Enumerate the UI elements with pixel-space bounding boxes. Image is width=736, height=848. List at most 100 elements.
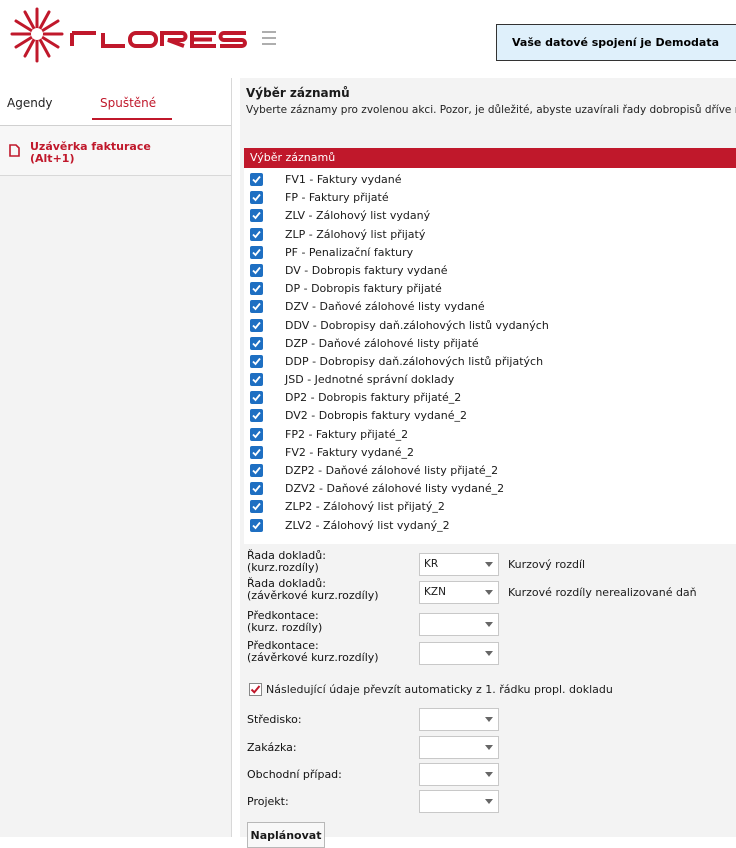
projekt-label: Projekt:: [247, 795, 289, 808]
record-checkbox[interactable]: [250, 391, 263, 405]
list-item[interactable]: DV2 - Dobropis faktury vydané_2: [244, 406, 736, 424]
rada-zaverka-label: Řada dokladů: (závěrkové kurz.rozdíly): [247, 577, 379, 602]
record-label: DV - Dobropis faktury vydané: [285, 263, 448, 277]
chevron-down-icon: [485, 622, 493, 627]
record-checkbox[interactable]: [250, 318, 263, 332]
list-item[interactable]: FP - Faktury přijaté: [244, 188, 736, 206]
checkmark-icon: [252, 285, 261, 293]
record-label: ZLP2 - Zálohový list přijatý_2: [285, 500, 445, 514]
chevron-down-icon: [485, 772, 493, 777]
list-item[interactable]: FV2 - Faktury vydané_2: [244, 443, 736, 461]
record-checkbox[interactable]: [250, 173, 263, 186]
record-label: ZLV - Zálohový list vydaný: [285, 209, 431, 223]
record-checkbox[interactable]: [250, 209, 263, 223]
records-list: FV1 - Faktury vydané FP - Faktury přijaté…: [244, 170, 736, 534]
record-checkbox[interactable]: [250, 191, 263, 205]
record-checkbox[interactable]: [250, 227, 263, 241]
record-label: FP - Faktury přijaté: [285, 191, 389, 205]
checkmark-icon: [252, 230, 261, 238]
record-checkbox[interactable]: [250, 500, 263, 514]
record-label: DZV2 - Daňové zálohové listy vydané_2: [285, 482, 505, 496]
list-item[interactable]: DZP2 - Daňové zálohové listy přijaté_2: [244, 461, 736, 479]
list-item[interactable]: DDP - Dobropisy daň.zálohových listů při…: [244, 352, 736, 370]
record-label: ZLV2 - Zálohový list vydaný_2: [285, 518, 450, 532]
sidebar-item-label: Uzávěrka fakturace (Alt+1): [30, 140, 151, 165]
record-checkbox[interactable]: [250, 373, 263, 387]
list-item[interactable]: DV - Dobropis faktury vydané: [244, 261, 736, 279]
list-item[interactable]: PF - Penalizační faktury: [244, 243, 736, 261]
projekt-select[interactable]: [419, 790, 499, 813]
record-checkbox[interactable]: [250, 354, 263, 368]
chevron-down-icon: [485, 745, 493, 750]
obchodni-pripad-label: Obchodní případ:: [247, 768, 342, 781]
sidebar-item-uzaverka-fakturace[interactable]: Uzávěrka fakturace (Alt+1): [0, 126, 231, 176]
main-header: Výběr záznamů Vyberte záznamy pro zvolen…: [240, 78, 736, 148]
chevron-down-icon: [485, 590, 493, 595]
chevron-down-icon: [485, 717, 493, 722]
list-item[interactable]: ZLV - Zálohový list vydaný: [244, 206, 736, 224]
stredisko-select[interactable]: [419, 708, 499, 731]
list-item[interactable]: FV1 - Faktury vydané: [244, 170, 736, 188]
predkontace-kurz-label: Předkontace: (kurz. rozdíly): [247, 609, 323, 634]
predkontace-kurz-select[interactable]: [419, 613, 499, 636]
record-label: FP2 - Faktury přijaté_2: [285, 427, 409, 441]
list-item[interactable]: DZV2 - Daňové zálohové listy vydané_2: [244, 479, 736, 497]
record-checkbox[interactable]: [250, 282, 263, 296]
checkmark-icon: [252, 412, 261, 420]
flores-logo[interactable]: [6, 3, 276, 65]
list-item[interactable]: DZP - Daňové zálohové listy přijaté: [244, 334, 736, 352]
naplanovat-button[interactable]: Naplánovat: [247, 822, 325, 848]
document-icon: [9, 144, 20, 157]
record-label: ZLP - Zálohový list přijatý: [285, 227, 426, 241]
checkmark-icon: [252, 485, 261, 493]
records-list-panel: Výběr záznamů FV1 - Faktury vydané FP - F…: [244, 148, 736, 544]
record-checkbox[interactable]: [250, 263, 263, 277]
auto-copy-checkbox[interactable]: [249, 683, 262, 696]
checkmark-icon: [250, 685, 261, 694]
sidebar-tabs: Agendy Spuštěné: [0, 78, 231, 126]
record-checkbox[interactable]: [250, 409, 263, 423]
zakazka-select[interactable]: [419, 736, 499, 759]
record-label: DP - Dobropis faktury přijaté: [285, 282, 442, 296]
main-panel: Výběr záznamů Vyberte záznamy pro zvolen…: [240, 78, 736, 848]
list-item[interactable]: DZV - Daňové zálohové listy vydané: [244, 297, 736, 315]
checkmark-icon: [252, 175, 261, 184]
records-list-header: Výběr záznamů: [244, 148, 736, 168]
rada-kurz-select[interactable]: KR: [419, 553, 499, 576]
obchodni-pripad-select[interactable]: [419, 763, 499, 786]
list-item[interactable]: ZLP - Zálohový list přijatý: [244, 225, 736, 243]
record-label: FV1 - Faktury vydané: [285, 173, 402, 186]
record-label: DZV - Daňové zálohové listy vydané: [285, 300, 485, 314]
list-item[interactable]: DP - Dobropis faktury přijaté: [244, 279, 736, 297]
list-item[interactable]: JSD - Jednotné správní doklady: [244, 370, 736, 388]
record-label: DDV - Dobropisy daň.zálohových listů vyd…: [285, 318, 549, 332]
record-checkbox[interactable]: [250, 445, 263, 459]
checkmark-icon: [252, 212, 261, 220]
record-label: DP2 - Dobropis faktury přijaté_2: [285, 391, 462, 405]
rada-zaverka-select[interactable]: KZN: [419, 581, 499, 604]
record-checkbox[interactable]: [250, 518, 263, 532]
list-item[interactable]: ZLP2 - Zálohový list přijatý_2: [244, 497, 736, 515]
list-item[interactable]: ZLV2 - Zálohový list vydaný_2: [244, 516, 736, 534]
record-checkbox[interactable]: [250, 245, 263, 259]
chevron-down-icon: [485, 562, 493, 567]
list-item[interactable]: FP2 - Faktury přijaté_2: [244, 425, 736, 443]
tab-spustene[interactable]: Spuštěné: [100, 96, 156, 110]
record-checkbox[interactable]: [250, 336, 263, 350]
rada-kurz-description: Kurzový rozdíl: [508, 558, 586, 571]
list-item[interactable]: DDV - Dobropisy daň.zálohových listů vyd…: [244, 316, 736, 334]
chevron-down-icon: [485, 651, 493, 656]
tab-agendy[interactable]: Agendy: [7, 96, 53, 110]
rada-zaverka-description: Kurzové rozdíly nerealizované daň: [508, 586, 697, 599]
record-label: JSD - Jednotné správní doklady: [285, 373, 455, 387]
record-checkbox[interactable]: [250, 482, 263, 496]
active-tab-indicator: [92, 118, 172, 120]
record-checkbox[interactable]: [250, 300, 263, 314]
auto-copy-label: Následující údaje převzít automaticky z …: [266, 683, 613, 696]
checkmark-icon: [252, 466, 261, 475]
checkmark-icon: [252, 394, 261, 402]
predkontace-zaverka-select[interactable]: [419, 642, 499, 665]
record-checkbox[interactable]: [250, 464, 263, 477]
list-item[interactable]: DP2 - Dobropis faktury přijaté_2: [244, 388, 736, 406]
record-checkbox[interactable]: [250, 427, 263, 441]
